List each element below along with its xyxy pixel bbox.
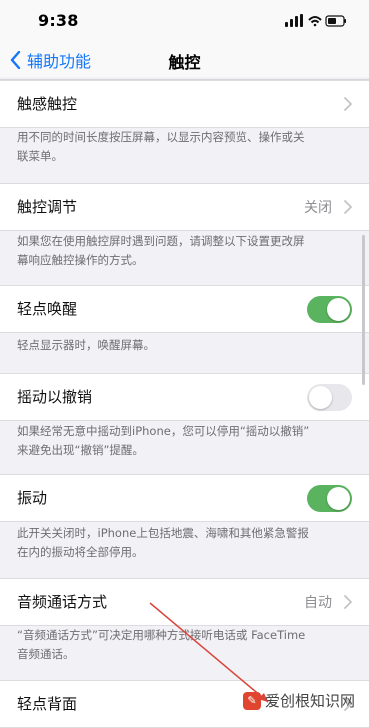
watermark-logo-icon: ✎ bbox=[242, 691, 261, 710]
watermark: ✎ 爱创根知识网 bbox=[242, 690, 355, 711]
watermark-text: 爱创根知识网 bbox=[264, 692, 355, 710]
annotation-arrow bbox=[149, 602, 269, 703]
